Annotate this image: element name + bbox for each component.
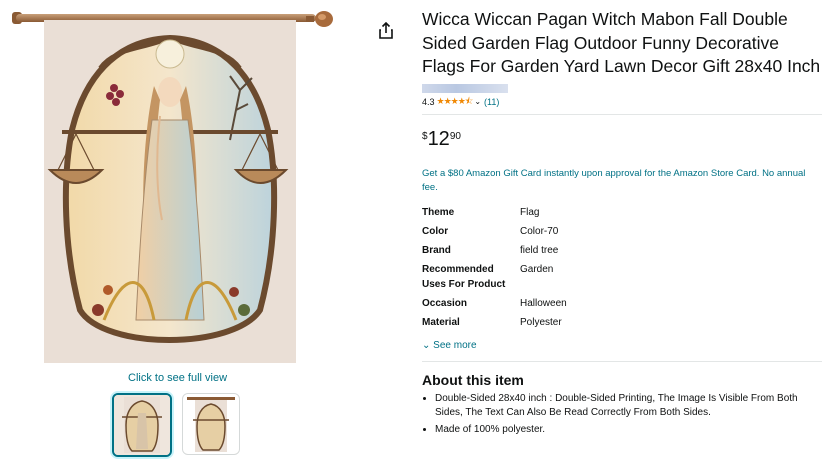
spec-row: Brand field tree xyxy=(422,243,822,258)
spec-row: Material Polyester xyxy=(422,315,822,330)
brand-store-link[interactable] xyxy=(422,83,508,93)
product-details: Wicca Wiccan Pagan Witch Mabon Fall Doub… xyxy=(422,8,822,439)
spec-value: field tree xyxy=(520,244,559,256)
spec-key: Material xyxy=(422,316,460,328)
product-title: Wicca Wiccan Pagan Witch Mabon Fall Doub… xyxy=(422,9,821,76)
chevron-down-icon: ⌄ xyxy=(422,339,431,351)
see-more-link[interactable]: ⌄ See more xyxy=(422,340,822,351)
review-count-link[interactable]: (11) xyxy=(484,97,499,107)
spec-key: Recommended Uses For Product xyxy=(422,263,506,290)
spec-key: Occasion xyxy=(422,297,468,309)
thumbnail-image xyxy=(183,394,239,454)
flag-pole-finial xyxy=(306,11,333,27)
list-item: Made of 100% polyester. xyxy=(435,423,822,438)
spec-row: Recommended Uses For Product Garden xyxy=(422,262,822,292)
spec-value: Garden xyxy=(520,263,554,275)
main-product-image[interactable] xyxy=(44,20,296,363)
chevron-down-icon[interactable]: ⌄ xyxy=(474,97,481,106)
list-item: Double-Sided 28x40 inch : Double-Sided P… xyxy=(435,392,822,421)
about-heading: About this item xyxy=(422,371,524,388)
flag-back-thumbnail[interactable] xyxy=(182,393,240,455)
rating-value: 4.3 xyxy=(422,96,435,107)
spec-key: Color xyxy=(422,225,449,237)
spec-key: Theme xyxy=(422,206,455,218)
about-bullets: Double-Sided 28x40 inch : Double-Sided P… xyxy=(422,392,822,438)
price-whole: 12 xyxy=(427,127,450,150)
thumbnail-image xyxy=(114,395,170,455)
spec-value: Flag xyxy=(520,206,540,218)
goddess-flag-image xyxy=(44,20,296,363)
divider xyxy=(422,113,822,115)
price: $ 12 90 xyxy=(422,128,822,152)
spec-value: Polyester xyxy=(520,316,562,328)
spec-value: Halloween xyxy=(520,297,567,309)
spec-key: Brand xyxy=(422,244,451,256)
divider xyxy=(422,360,822,362)
see-more-label: See more xyxy=(433,339,477,351)
full-view-link[interactable]: Click to see full view xyxy=(128,372,227,384)
image-gallery: Click to see full view xyxy=(0,0,360,471)
share-icon[interactable] xyxy=(378,22,394,40)
spec-row: Occasion Halloween xyxy=(422,296,822,311)
spec-fade-overflow xyxy=(422,334,822,340)
spec-value: Color-70 xyxy=(520,225,559,237)
spec-row: Theme Flag xyxy=(422,205,822,220)
flag-front-thumbnail[interactable] xyxy=(112,393,172,457)
store-card-promo-link[interactable]: Get a $80 Amazon Gift Card instantly upo… xyxy=(422,167,820,195)
price-fraction: 90 xyxy=(449,130,461,142)
product-specs: Theme Flag Color Color-70 Brand field tr… xyxy=(422,205,822,340)
star-rating-icon[interactable]: ★★★★⯪ xyxy=(437,94,474,110)
rating-row[interactable]: 4.3 ★★★★⯪ ⌄ (11) xyxy=(422,96,822,108)
spec-row: Color Color-70 xyxy=(422,224,822,239)
